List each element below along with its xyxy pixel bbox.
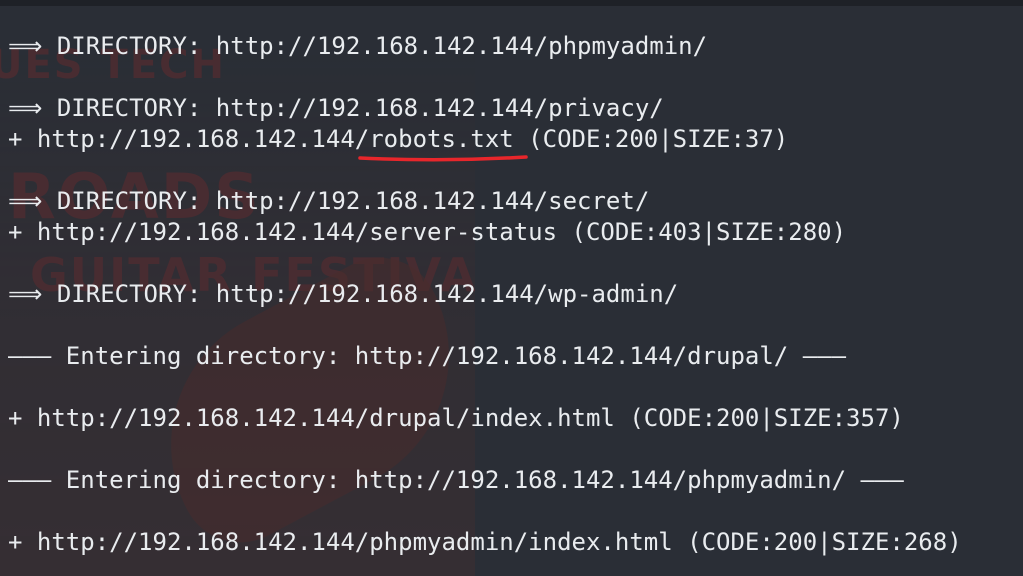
output-line-entering-drupal: ——— Entering directory: http://192.168.1…: [8, 342, 847, 370]
output-line-directory-privacy: ⟹ DIRECTORY: http://192.168.142.144/priv…: [8, 94, 664, 122]
red-underline-annotation: [358, 155, 528, 162]
output-line-directory-wp-admin: ⟹ DIRECTORY: http://192.168.142.144/wp-a…: [8, 280, 679, 308]
terminal-window[interactable]: UES TECH ROADS GUITAR FESTIVAL ⟹ DIRECTO…: [0, 0, 1023, 576]
output-line-entering-phpmyadmin: ——— Entering directory: http://192.168.1…: [8, 466, 904, 494]
output-line-directory-secret: ⟹ DIRECTORY: http://192.168.142.144/secr…: [8, 187, 650, 215]
output-line-directory-phpmyadmin: ⟹ DIRECTORY: http://192.168.142.144/phpm…: [8, 32, 708, 60]
output-line-robots-txt: + http://192.168.142.144/robots.txt (COD…: [8, 125, 789, 153]
output-line-phpmyadmin-index: + http://192.168.142.144/phpmyadmin/inde…: [8, 528, 962, 556]
output-line-drupal-index: + http://192.168.142.144/drupal/index.ht…: [8, 404, 904, 432]
window-top-bar: [0, 0, 1023, 6]
output-line-server-status: + http://192.168.142.144/server-status (…: [8, 218, 847, 246]
